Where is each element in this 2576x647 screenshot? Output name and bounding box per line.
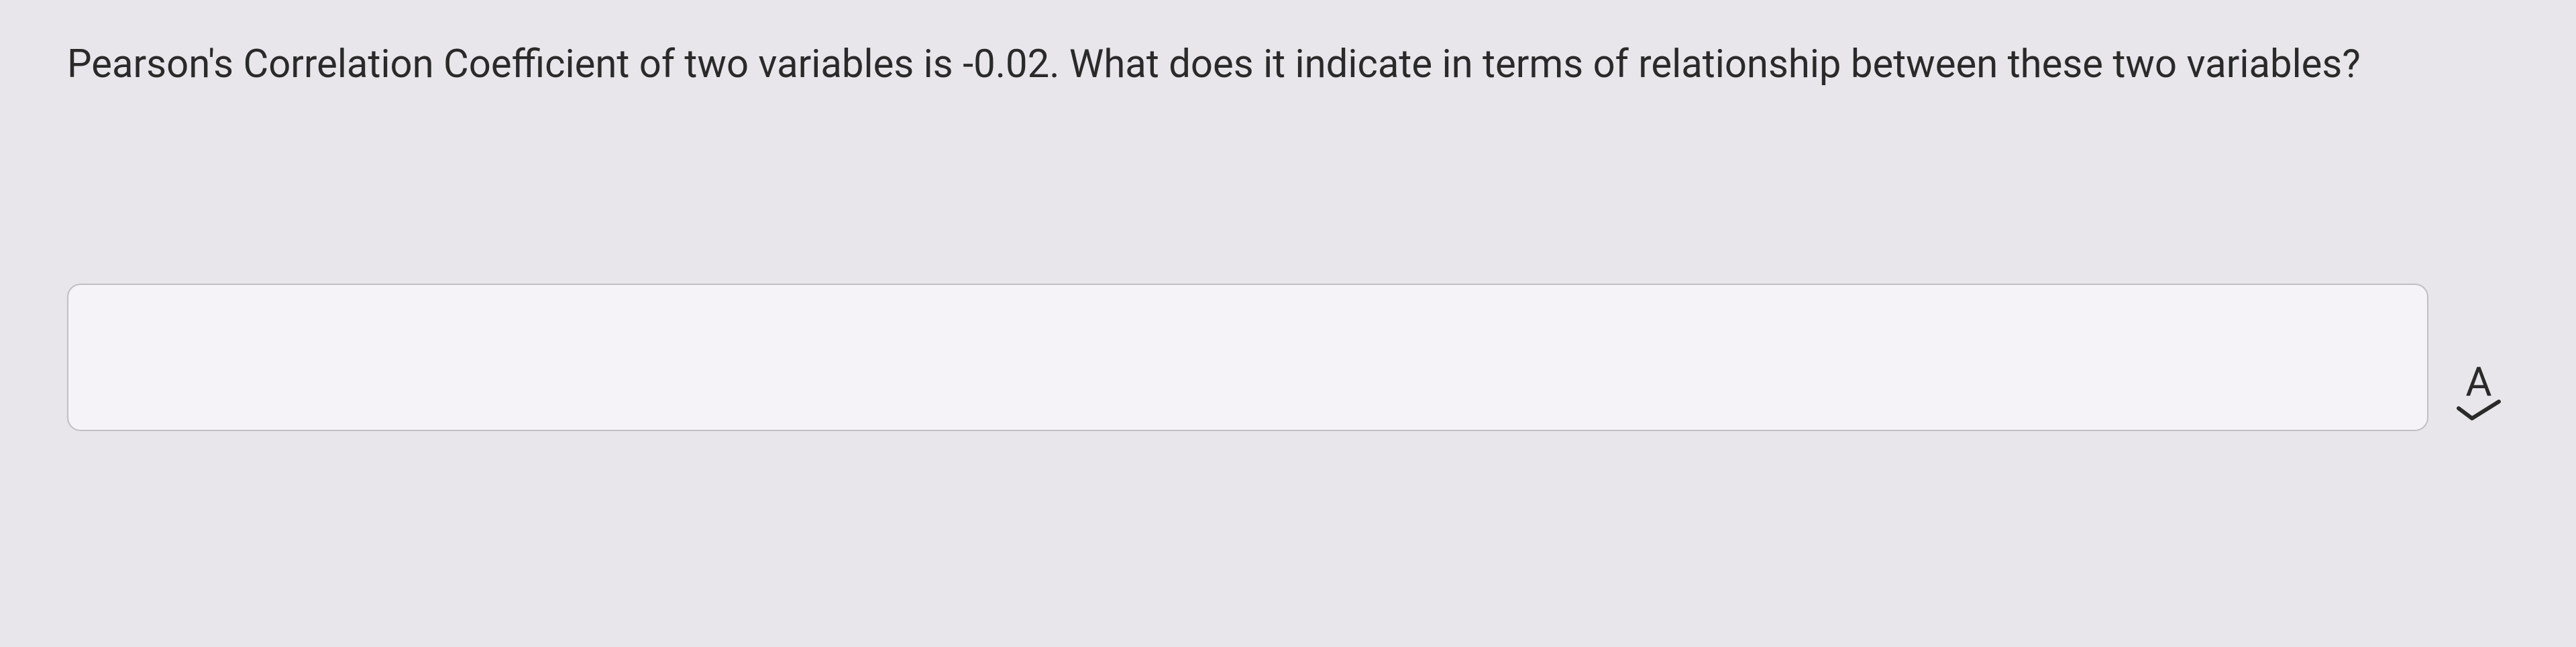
answer-input[interactable]	[67, 284, 2428, 431]
question-text: Pearson's Correlation Coefficient of two…	[67, 34, 2415, 96]
spellcheck-icon[interactable]: A	[2449, 364, 2509, 424]
spellcheck-letter: A	[2465, 366, 2491, 398]
checkmark-icon	[2455, 398, 2502, 422]
answer-container: A	[67, 284, 2509, 431]
